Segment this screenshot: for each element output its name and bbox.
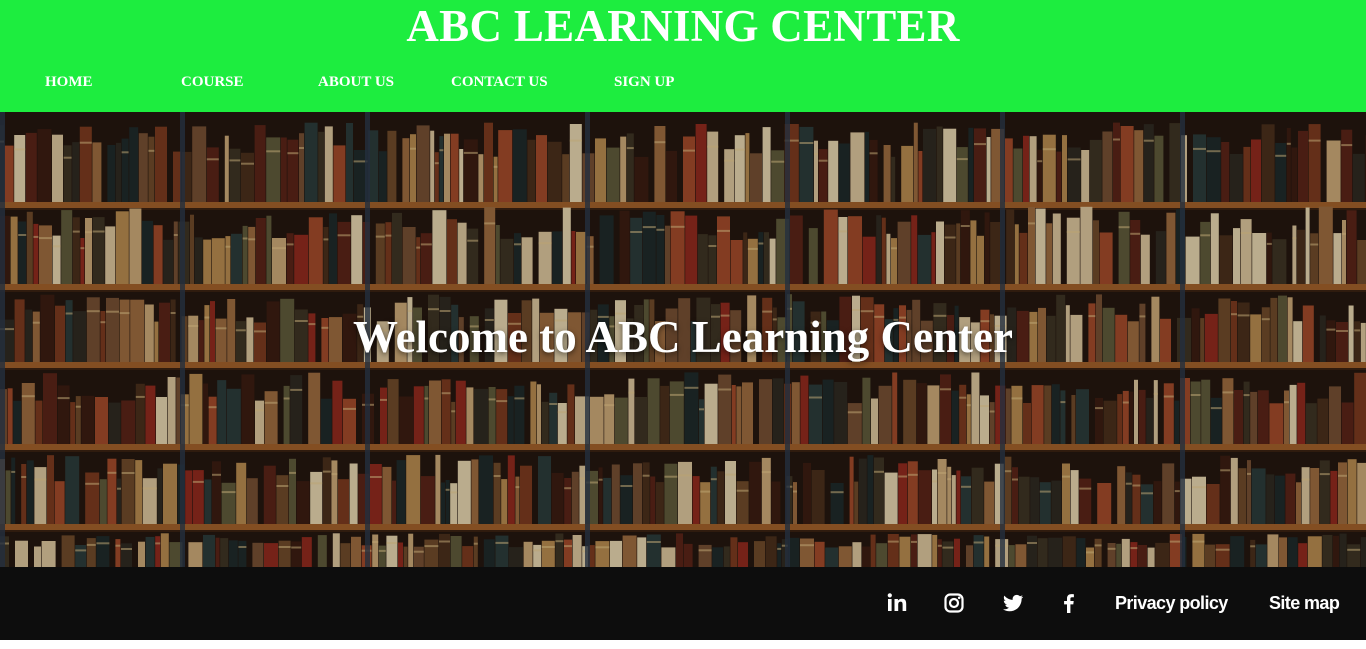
nav-sign-up[interactable]: SIGN UP — [614, 70, 674, 94]
site-title: ABC LEARNING CENTER — [406, 1, 960, 51]
linkedin-icon[interactable] — [885, 591, 909, 615]
main-nav: HOME COURSE ABOUT US CONTACT US SIGN UP — [0, 70, 760, 94]
hero-title: Welcome to ABC Learning Center — [353, 312, 1013, 362]
site-map-link[interactable]: Site map — [1269, 591, 1340, 615]
twitter-icon[interactable] — [1001, 591, 1025, 615]
site-footer: Privacy policy Site map — [0, 567, 1366, 640]
facebook-icon[interactable] — [1057, 591, 1081, 615]
privacy-policy-link[interactable]: Privacy policy — [1115, 591, 1228, 615]
nav-about-us[interactable]: ABOUT US — [318, 70, 394, 94]
nav-course[interactable]: COURSE — [181, 70, 244, 94]
nav-home[interactable]: HOME — [45, 70, 93, 94]
nav-contact-us[interactable]: CONTACT US — [451, 70, 548, 94]
instagram-icon[interactable] — [942, 591, 966, 615]
site-header: ABC LEARNING CENTER HOME COURSE ABOUT US… — [0, 0, 1366, 112]
hero-banner: Welcome to ABC Learning Center — [0, 112, 1366, 567]
